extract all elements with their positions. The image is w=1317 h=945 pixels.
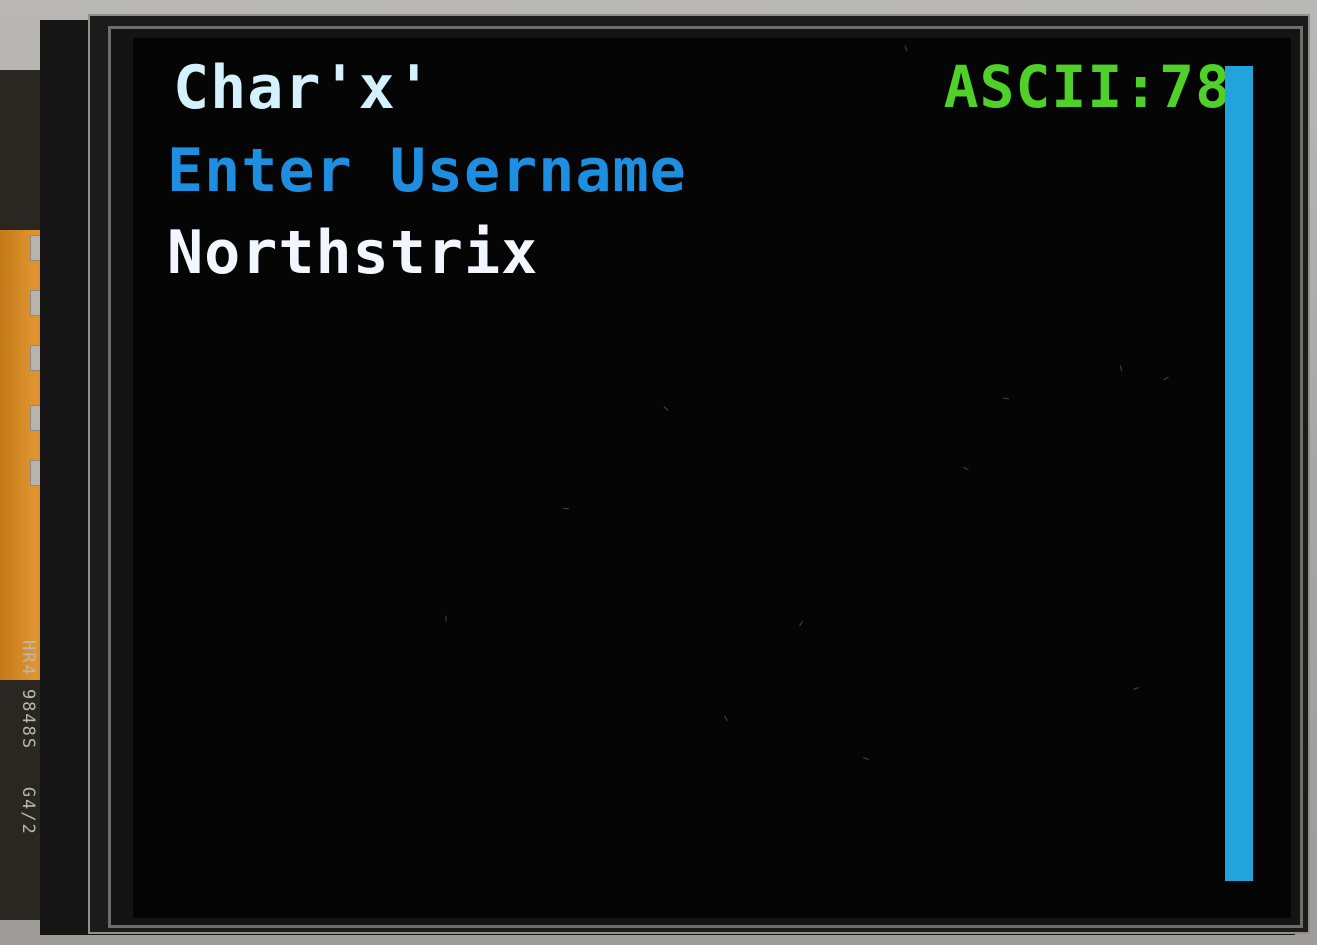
selection-bar [1225,66,1253,881]
username-input-value[interactable]: Northstrix [167,223,538,283]
tft-screen[interactable]: Char'x' ASCII:78 Enter Username Northstr… [133,38,1291,918]
screen-dust [1163,376,1169,381]
tft-display-module: HR4 9848S G4/2 Char'x' ASCII:78 Enter Us… [0,0,1317,945]
screen-dust [863,757,869,760]
screen-dust [1119,365,1123,372]
char-label: Char'x' [173,53,433,123]
screen-dust [963,466,969,471]
screen-dust [1133,687,1139,690]
screen-dust [1002,397,1010,400]
panel-marking-text: HR4 9848S G4/2 [18,640,38,836]
screen-dust [724,715,728,722]
screen-dust [563,508,569,509]
ascii-label: ASCII:78 [943,53,1231,121]
screen-dust [799,620,803,627]
screen-dust [663,406,669,411]
screen-dust [904,45,908,52]
username-prompt: Enter Username [167,136,687,206]
screen-dust [445,615,447,622]
